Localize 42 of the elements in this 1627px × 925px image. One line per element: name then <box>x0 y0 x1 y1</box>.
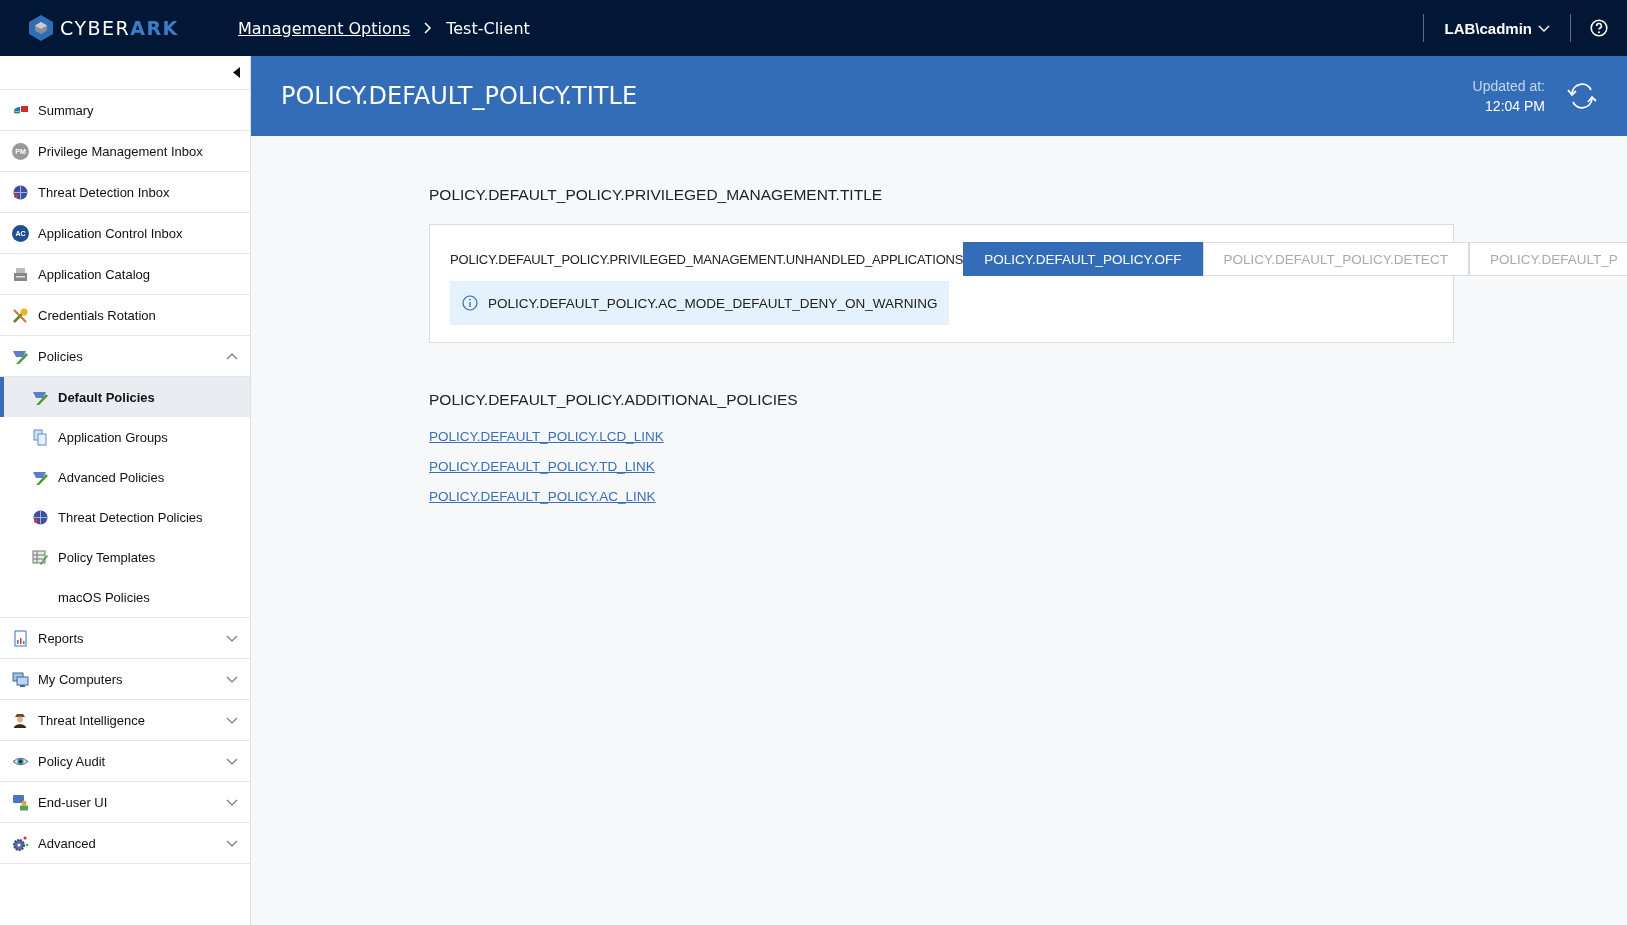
section-title: POLICY.DEFAULT_POLICY.PRIVILEGED_MANAGEMENT.TITLE <box>429 186 884 204</box>
breadcrumb-current: Test-Client <box>446 18 530 38</box>
chevron-right-icon <box>424 22 433 34</box>
chevron-down-icon <box>226 798 238 806</box>
chevron-down-icon <box>226 839 238 847</box>
chevron-down-icon <box>1538 24 1550 32</box>
info-icon <box>462 295 478 311</box>
updated-label: Updated at: <box>1472 78 1545 94</box>
gear-icon <box>12 834 29 852</box>
chevron-down-icon <box>226 716 238 724</box>
user-menu-button[interactable]: LAB\cadmin <box>1424 19 1570 37</box>
policy-link[interactable]: POLICY.DEFAULT_POLICY.LCD_LINK <box>429 429 664 444</box>
setting-label: POLICY.DEFAULT_POLICY.PRIVILEGED_MANAGEMENT.UNHANDLED_APPLICATIONS <box>450 251 964 267</box>
mode-option[interactable]: POLICY.DEFAULT_POLICY.OFF <box>963 242 1203 276</box>
computers-icon <box>12 670 29 688</box>
info-text: POLICY.DEFAULT_POLICY.AC_MODE_DEFAULT_DENY_ON_WARNING <box>488 295 938 311</box>
page-title: POLICY.DEFAULT_POLICY.TITLE <box>281 82 639 110</box>
printer-icon <box>12 265 29 283</box>
breadcrumb-link[interactable]: Management Options <box>238 18 411 38</box>
key-icon <box>12 306 29 324</box>
help-icon <box>1590 19 1608 37</box>
policy-link[interactable]: POLICY.DEFAULT_POLICY.TD_LINK <box>429 459 655 474</box>
user-chat-icon <box>12 793 29 811</box>
sidebar-item[interactable]: Default Policies <box>0 377 250 417</box>
chevron-down-icon <box>226 757 238 765</box>
chevron-down-icon <box>226 675 238 683</box>
table-pencil-icon <box>32 548 49 566</box>
section-title: POLICY.DEFAULT_POLICY.ADDITIONAL_POLICIES <box>429 391 799 409</box>
triangle-left-icon <box>233 67 240 78</box>
logo-icon <box>28 14 54 42</box>
updated-time: 12:04 PM <box>1485 98 1545 114</box>
detective-icon <box>12 711 29 729</box>
documents-icon <box>32 428 49 446</box>
refresh-button[interactable] <box>1565 81 1599 111</box>
chevron-down-icon <box>226 634 238 642</box>
globe-icon <box>12 183 29 201</box>
policy-link[interactable]: POLICY.DEFAULT_POLICY.AC_LINK <box>429 489 656 504</box>
chevron-up-icon <box>226 352 238 360</box>
bar-chart-document-icon <box>12 629 29 647</box>
globe-icon <box>32 508 49 526</box>
refresh-icon <box>1565 81 1599 111</box>
logo-text: CYBERARK <box>60 17 179 39</box>
